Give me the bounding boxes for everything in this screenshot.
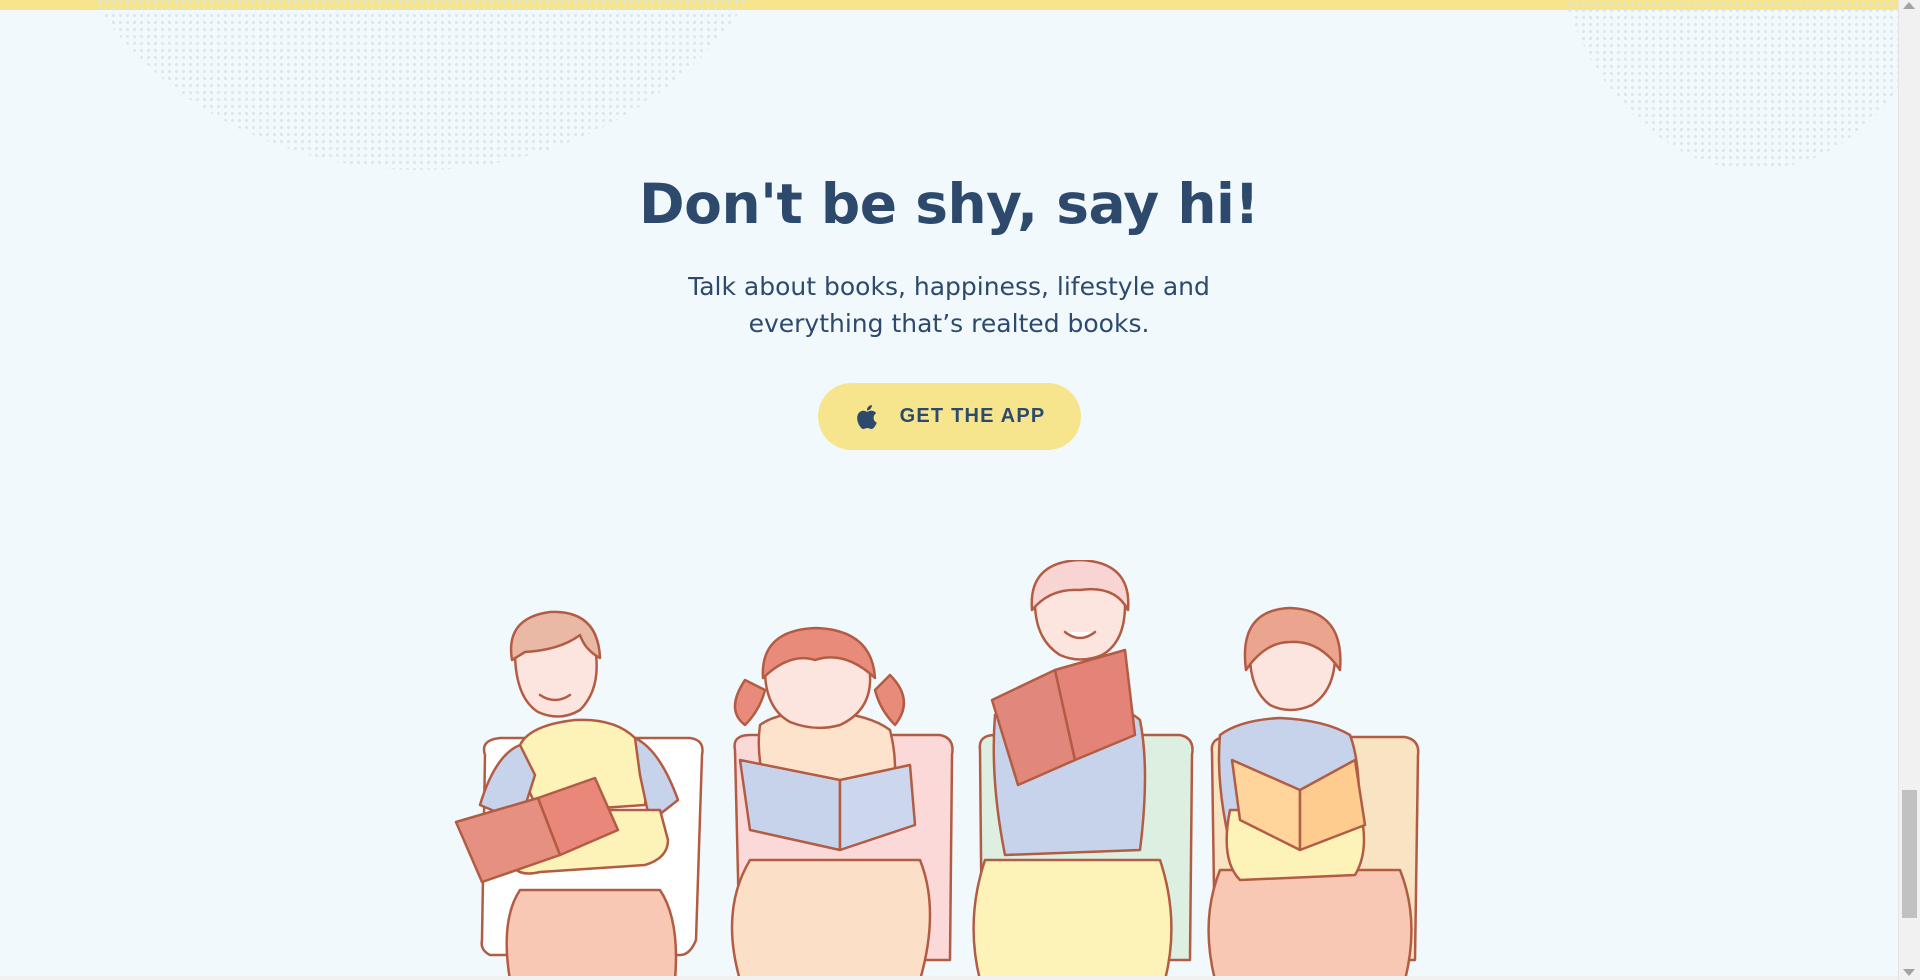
bottom-edge (0, 976, 1898, 980)
dot-pattern-right (1545, 0, 1920, 170)
subtext-line-2: everything that’s realted books. (748, 309, 1150, 338)
get-the-app-button[interactable]: GET THE APP (818, 383, 1081, 450)
vertical-scrollbar[interactable] (1898, 0, 1920, 980)
page: Don't be shy, say hi! Talk about books, … (0, 0, 1920, 980)
dot-pattern-left (40, 0, 800, 170)
scrollbar-thumb[interactable] (1902, 790, 1917, 918)
scroll-up-arrow-icon[interactable] (1903, 2, 1915, 9)
subtext-line-1: Talk about books, happiness, lifestyle a… (688, 272, 1210, 301)
section-heading: Don't be shy, say hi! (639, 172, 1259, 236)
get-the-app-label: GET THE APP (899, 405, 1046, 427)
section-subtext: Talk about books, happiness, lifestyle a… (0, 268, 1898, 342)
scroll-down-arrow-icon[interactable] (1903, 969, 1915, 976)
kids-reading-illustration (454, 560, 1420, 980)
apple-icon (856, 404, 878, 429)
